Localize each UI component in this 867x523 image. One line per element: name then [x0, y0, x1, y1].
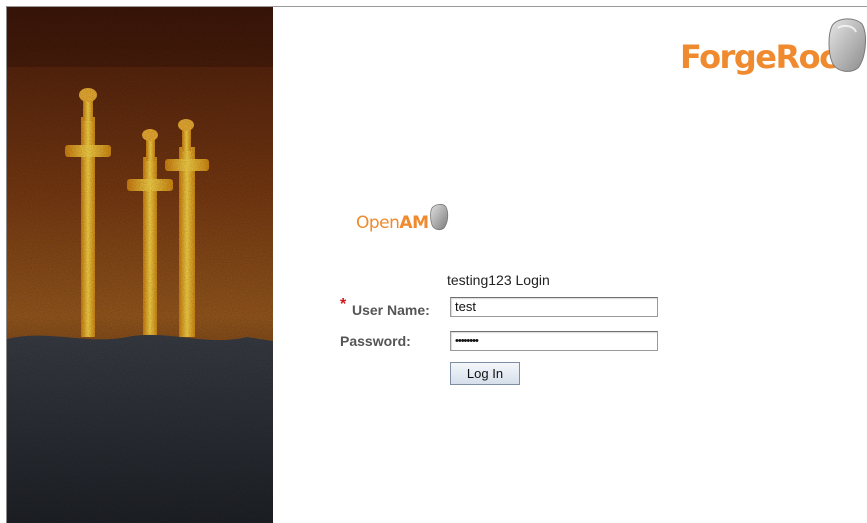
openam-logo: OpenAM	[356, 203, 456, 235]
forgerock-stone-icon	[828, 18, 866, 72]
swords-artwork-image	[7, 7, 273, 523]
openam-logo-open-text: Open	[356, 213, 400, 233]
required-marker: *	[340, 296, 347, 313]
username-input[interactable]: test	[450, 297, 658, 317]
password-label: Password:	[340, 333, 411, 349]
openam-stone-icon	[430, 204, 449, 231]
openam-logo-am-text: AM	[399, 213, 429, 233]
username-label: User Name:	[352, 302, 430, 318]
forgerock-logo: ForgeRock	[676, 16, 867, 78]
password-input[interactable]: ••••••••	[450, 331, 658, 351]
login-title: testing123 Login	[447, 272, 550, 288]
login-button[interactable]: Log In	[450, 362, 520, 385]
